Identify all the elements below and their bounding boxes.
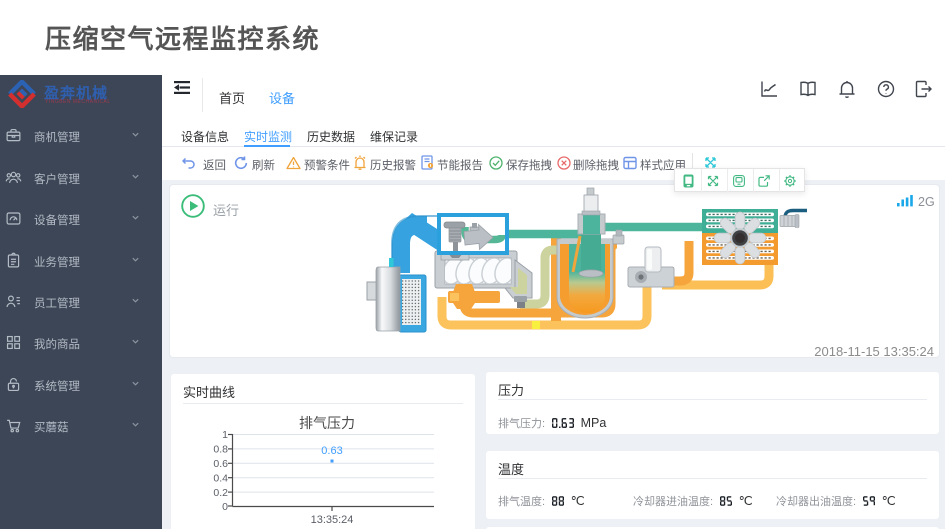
svg-text:0.8: 0.8	[213, 444, 228, 456]
svg-text:0.4: 0.4	[213, 473, 228, 485]
svg-text:0: 0	[222, 501, 228, 513]
svg-text:排气压力: 排气压力	[299, 415, 355, 431]
svg-text:0.2: 0.2	[213, 487, 228, 499]
svg-text:0.63: 0.63	[321, 445, 342, 457]
svg-text:0.6: 0.6	[213, 458, 228, 470]
svg-text:13:35:24: 13:35:24	[311, 514, 354, 526]
svg-text:1: 1	[222, 429, 228, 441]
